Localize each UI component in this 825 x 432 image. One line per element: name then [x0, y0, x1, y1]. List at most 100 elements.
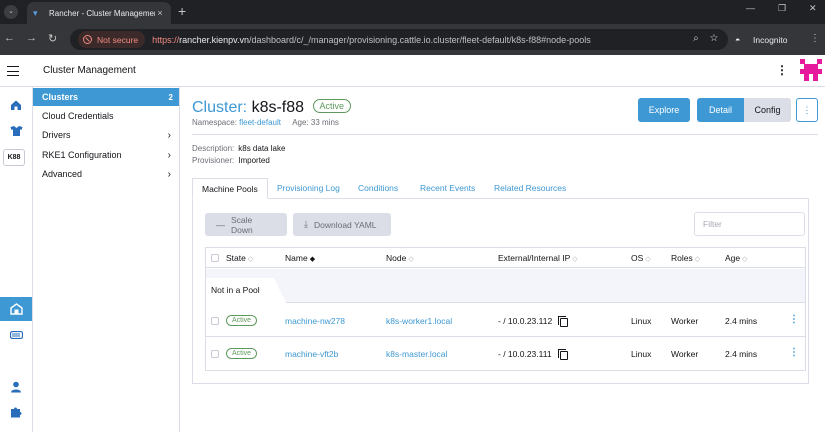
row-actions-icon[interactable]: ⋮ [789, 347, 799, 358]
url-host: rancher.kienpv.vn [179, 34, 249, 45]
scale-down-label: Scale Down [231, 214, 253, 235]
browser-menu-icon[interactable]: ⋮ [810, 33, 820, 44]
cluster-management-icon[interactable] [0, 297, 32, 321]
url-path: /dashboard/c/_/manager/provisioning.catt… [249, 34, 591, 45]
node-link[interactable]: k8s-master.local [386, 349, 447, 359]
browser-tab[interactable]: ▾ Rancher - Cluster Management × [27, 2, 171, 24]
cluster-k88-badge[interactable]: K88 [3, 149, 25, 166]
ip-value: - / 10.0.23.112 [498, 316, 553, 326]
chevron-right-icon: › [167, 168, 171, 180]
header-more-icon[interactable]: ⋮ [776, 63, 788, 77]
incognito-label: Incognito [753, 34, 788, 45]
hamburger-menu-icon[interactable] [7, 66, 19, 76]
icon-rail: K88 [0, 87, 33, 432]
page-title: Cluster Management [43, 65, 136, 76]
download-yaml-label: Download YAML [313, 219, 377, 230]
sidebar-item-label: Cloud Credentials [42, 111, 114, 121]
minimize-icon[interactable]: — [746, 3, 755, 13]
sidebar-item-drivers[interactable]: Drivers › [33, 126, 179, 144]
sidebar-item-rke1-configuration[interactable]: RKE1 Configuration › [33, 146, 179, 164]
column-header-roles[interactable]: Roles ◇ [671, 253, 700, 263]
new-tab-icon[interactable]: + [178, 3, 186, 19]
column-header-label: Roles [671, 253, 693, 263]
back-icon[interactable]: ← [4, 32, 15, 44]
cluster-explorer-icon[interactable] [0, 119, 32, 143]
address-bar[interactable]: Not secure https://rancher.kienpv.vn/das… [70, 29, 728, 50]
os-value: Linux [631, 349, 652, 359]
copy-icon[interactable] [558, 349, 568, 360]
continuous-delivery-icon[interactable] [0, 323, 32, 347]
explore-button[interactable]: Explore [638, 98, 690, 122]
sidebar-item-clusters[interactable]: Clusters 2 [33, 88, 179, 106]
url-scheme: https:// [152, 34, 180, 45]
provisioner-row: Provisioner: Imported [192, 155, 285, 167]
home-icon[interactable] [0, 93, 32, 117]
restore-icon[interactable]: ❐ [778, 3, 786, 14]
column-header-node[interactable]: Node ◇ [386, 253, 414, 263]
security-chip[interactable]: Not secure [78, 31, 146, 48]
scale-down-button[interactable]: — Scale Down [205, 213, 287, 236]
column-header-ip[interactable]: External/Internal IP ◇ [498, 253, 578, 263]
table-row[interactable]: Active machine-nw278 k8s-worker1.local -… [206, 304, 805, 337]
not-secure-icon [83, 35, 92, 44]
user-avatar[interactable] [800, 59, 822, 81]
users-icon[interactable] [0, 375, 32, 399]
row-actions-icon[interactable]: ⋮ [789, 314, 799, 325]
description-row: Description: k8s data lake [192, 143, 285, 155]
column-header-state[interactable]: State ◇ [226, 253, 253, 263]
tab-conditions[interactable]: Conditions [349, 178, 407, 199]
ip-value: - / 10.0.23.111 [498, 349, 552, 359]
row-checkbox[interactable] [211, 350, 219, 358]
node-link[interactable]: k8s-worker1.local [386, 316, 452, 326]
extensions-icon[interactable] [0, 400, 32, 424]
forward-icon[interactable]: → [26, 32, 37, 44]
column-header-age[interactable]: Age ◇ [725, 253, 748, 263]
sort-icon: ◇ [572, 256, 578, 263]
cluster-heading: Cluster: k8s-f88 Active [192, 99, 352, 117]
download-yaml-button[interactable]: ⤓ Download YAML [293, 213, 391, 236]
side-nav: Clusters 2 Cloud Credentials Drivers › R… [33, 87, 180, 432]
sort-icon: ◇ [694, 256, 701, 263]
sidebar-item-cloud-credentials[interactable]: Cloud Credentials [33, 107, 179, 125]
machine-name-link[interactable]: machine-nw278 [285, 316, 345, 326]
tab-recent-events[interactable]: Recent Events [411, 178, 484, 199]
sidebar-item-advanced[interactable]: Advanced › [33, 165, 179, 183]
more-actions-icon[interactable]: ⋮ [796, 98, 818, 122]
machine-name-link[interactable]: machine-vft2b [285, 349, 338, 359]
tab-search-icon[interactable]: ⌄ [4, 5, 18, 19]
app-header: Cluster Management ⋮ [0, 55, 825, 87]
chevron-right-icon: › [167, 129, 171, 141]
namespace-link[interactable]: fleet-default [239, 118, 281, 127]
table-row[interactable]: Active machine-vft2b k8s-master.local - … [206, 338, 805, 371]
bookmark-star-icon[interactable]: ☆ [710, 33, 718, 44]
filter-input[interactable] [694, 212, 805, 236]
close-window-icon[interactable]: ✕ [809, 3, 817, 14]
namespace-label: Namespace: [192, 118, 237, 127]
column-header-os[interactable]: OS ◇ [631, 253, 651, 263]
clusters-count-badge: 2 [168, 92, 173, 102]
column-header-name[interactable]: Name ◆ [285, 253, 315, 263]
security-chip-label: Not secure [97, 34, 139, 45]
reload-icon[interactable]: ↻ [48, 32, 57, 45]
sort-icon: ◇ [742, 256, 748, 263]
cluster-heading-prefix[interactable]: Cluster: [192, 99, 247, 116]
select-all-checkbox[interactable] [211, 254, 219, 262]
description-value: k8s data lake [238, 144, 286, 153]
tab-related-resources[interactable]: Related Resources [485, 178, 575, 199]
tab-provisioning-log[interactable]: Provisioning Log [268, 178, 349, 199]
tab-machine-pools[interactable]: Machine Pools [192, 178, 268, 199]
sort-icon: ◇ [645, 256, 651, 263]
detail-button[interactable]: Detail [697, 98, 744, 122]
zoom-search-icon[interactable]: ⌕ [693, 33, 699, 44]
group-label: Not in a Pool [206, 278, 286, 303]
browser-tab-strip: ⌄ ▾ Rancher - Cluster Management × + — ❐… [0, 0, 825, 24]
sort-icon: ◇ [247, 256, 254, 263]
copy-icon[interactable] [558, 316, 568, 327]
status-badge: Active [226, 348, 258, 359]
config-button[interactable]: Config [744, 98, 791, 122]
row-checkbox[interactable] [211, 317, 219, 325]
incognito-indicator[interactable]: ◓ Incognito [735, 30, 788, 49]
cluster-name: k8s-f88 [251, 99, 305, 116]
close-tab-icon[interactable]: × [155, 8, 165, 18]
table-header: State ◇ Name ◆ Node ◇ External/Internal IP ◇… [206, 248, 805, 268]
